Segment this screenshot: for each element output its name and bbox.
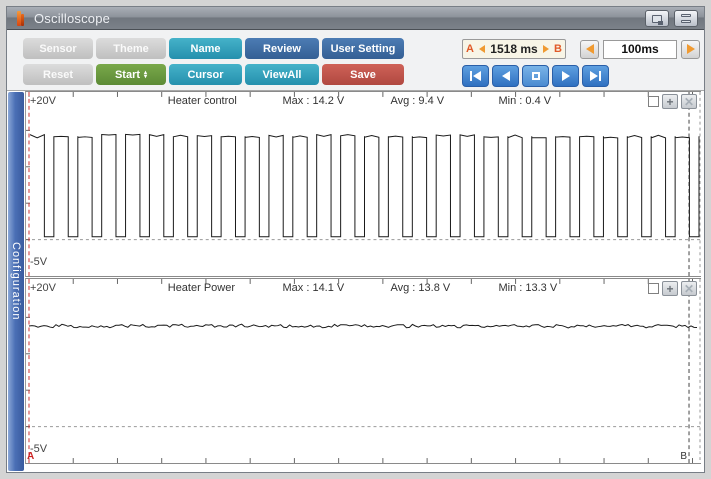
sensor-button[interactable]: Sensor xyxy=(23,38,93,59)
jump-to-b-icon[interactable] xyxy=(542,45,549,53)
y-axis-top-label: +20V xyxy=(30,282,56,294)
right-arrow-icon xyxy=(686,44,695,54)
ab-time-value: 1518 ms xyxy=(490,42,538,56)
button-label: Reset xyxy=(43,68,73,81)
timebase-decrease-button[interactable] xyxy=(580,39,599,59)
start-button[interactable]: Start ▴ ▾ xyxy=(96,64,166,85)
skip-end-icon xyxy=(590,71,598,81)
y-axis-top-label: +20V xyxy=(30,95,56,107)
titlebar: Oscilloscope xyxy=(7,7,704,30)
timebase-stepper: 100ms xyxy=(580,39,700,59)
left-arrow-icon xyxy=(585,44,594,54)
app-frame: Oscilloscope Sensor Theme Name Review Us… xyxy=(6,6,705,473)
stat-min: Min : 13.3 V xyxy=(498,282,558,294)
save-button[interactable]: Save xyxy=(322,64,404,85)
timebase-increase-button[interactable] xyxy=(681,39,700,59)
jump-to-a-icon[interactable] xyxy=(479,45,486,53)
step-back-button[interactable] xyxy=(492,65,519,87)
reset-button[interactable]: Reset xyxy=(23,64,93,85)
button-label: Cursor xyxy=(187,68,224,81)
cursor-b-label: B xyxy=(554,43,562,55)
stop-button[interactable] xyxy=(522,65,549,87)
ab-time-range: A 1518 ms B xyxy=(462,39,566,59)
user-setting-button[interactable]: User Setting xyxy=(322,38,404,59)
sidebar-tab-configuration[interactable]: Configuration xyxy=(8,92,24,471)
stat-max: Max : 14.2 V xyxy=(282,95,345,107)
review-button[interactable]: Review xyxy=(245,38,319,59)
chart-header: +20V Heater Power Max : 14.1 V Avg : 13.… xyxy=(26,280,701,297)
time-controls: A 1518 ms B 100ms xyxy=(462,39,700,87)
button-label: ViewAll xyxy=(262,68,302,81)
chart-stack: +20V Heater control Max : 14.2 V Avg : 9… xyxy=(25,91,701,472)
chart-panel-heater-power: +20V Heater Power Max : 14.1 V Avg : 13.… xyxy=(25,278,701,464)
sidebar-label: Configuration xyxy=(10,242,22,321)
close-channel-button[interactable]: ✕ xyxy=(681,94,697,109)
button-label: Review xyxy=(263,42,301,55)
bottom-strip xyxy=(25,464,701,468)
scope-canvas[interactable] xyxy=(26,279,701,463)
theme-button[interactable]: Theme xyxy=(96,38,166,59)
oscilloscope-app-icon xyxy=(17,10,26,26)
oscilloscope-window: Oscilloscope Sensor Theme Name Review Us… xyxy=(0,0,711,479)
signal-title: Heater Power xyxy=(167,282,236,294)
y-axis-bottom-label: -5V xyxy=(30,256,48,268)
close-channel-button[interactable]: ✕ xyxy=(681,281,697,296)
signal-title: Heater control xyxy=(167,95,237,107)
playback-controls xyxy=(462,65,690,87)
main-area: Configuration +20V Heater control Max : … xyxy=(7,91,704,472)
toolbar: Sensor Theme Name Review User Setting Re… xyxy=(7,30,704,91)
toolbar-button-grid: Sensor Theme Name Review User Setting Re… xyxy=(23,38,404,85)
chart-header: +20V Heater control Max : 14.2 V Avg : 9… xyxy=(26,93,701,110)
stop-icon xyxy=(531,72,540,80)
screen-button[interactable] xyxy=(645,10,669,27)
name-button[interactable]: Name xyxy=(169,38,242,59)
play-button[interactable] xyxy=(552,65,579,87)
skip-end-button[interactable] xyxy=(582,65,609,87)
play-icon xyxy=(561,71,570,81)
stat-max: Max : 14.1 V xyxy=(282,282,345,294)
cursor-b-marker[interactable]: B xyxy=(680,451,687,462)
start-spinner-icon: ▴ ▾ xyxy=(144,69,148,80)
viewall-button[interactable]: ViewAll xyxy=(245,64,319,85)
cursor-a-label: A xyxy=(466,43,474,55)
button-label: Save xyxy=(350,68,376,81)
chart-panel-heater-control: +20V Heater control Max : 14.2 V Avg : 9… xyxy=(25,91,701,277)
button-label: User Setting xyxy=(330,42,396,55)
layout-button[interactable] xyxy=(674,10,698,27)
button-label: Theme xyxy=(113,42,149,55)
step-back-icon xyxy=(501,71,510,81)
button-label: Start xyxy=(114,68,141,81)
add-channel-button[interactable]: + xyxy=(662,94,678,109)
window-title: Oscilloscope xyxy=(34,10,111,26)
button-label: Sensor xyxy=(39,42,77,55)
add-channel-button[interactable]: + xyxy=(662,281,678,296)
timebase-value: 100ms xyxy=(603,39,677,59)
skip-start-icon xyxy=(470,71,472,81)
skip-start-button[interactable] xyxy=(462,65,489,87)
button-label: Name xyxy=(190,42,221,55)
screen-icon xyxy=(652,14,663,25)
layout-icon xyxy=(681,14,691,23)
scope-canvas[interactable] xyxy=(26,92,701,276)
channel-checkbox[interactable] xyxy=(648,96,659,107)
stat-avg: Avg : 9.4 V xyxy=(390,95,445,107)
stat-avg: Avg : 13.8 V xyxy=(390,282,451,294)
channel-checkbox[interactable] xyxy=(648,283,659,294)
cursor-a-marker[interactable]: A xyxy=(27,451,34,462)
stat-min: Min : 0.4 V xyxy=(498,95,552,107)
cursor-button[interactable]: Cursor xyxy=(169,64,242,85)
